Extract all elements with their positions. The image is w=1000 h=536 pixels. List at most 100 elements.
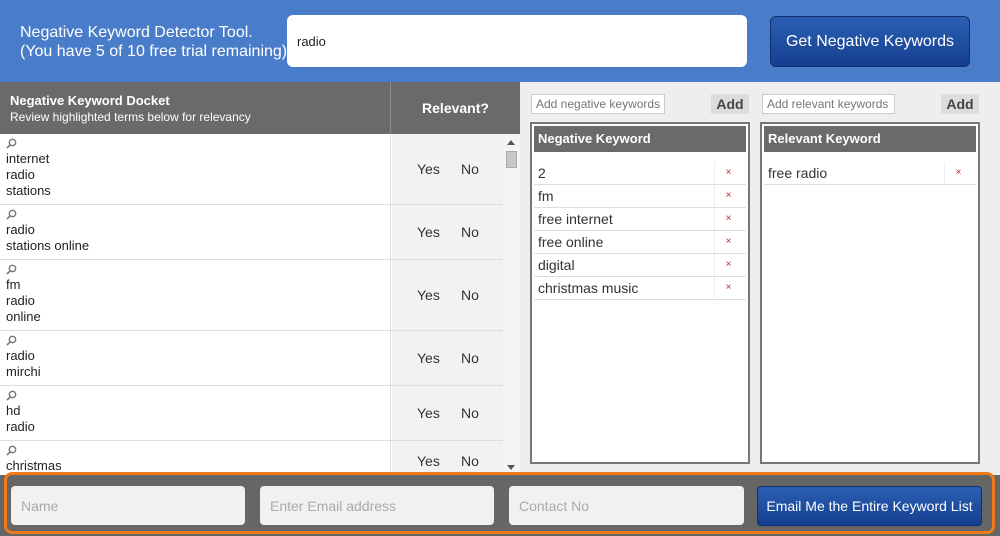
keyword-term-line: radio	[6, 293, 35, 308]
relevance-choice: Yes No	[392, 386, 503, 440]
negative-keyword-item: free online ×	[534, 231, 746, 254]
negative-keyword-text: 2	[538, 165, 546, 181]
yes-relevant-button[interactable]: Yes	[417, 224, 440, 240]
remove-keyword-icon[interactable]: ×	[714, 208, 742, 230]
keyword-term-line: radio	[6, 348, 35, 363]
docket-row: radio mirchi Yes No	[0, 331, 503, 386]
keyword-term-cell: hd radio	[0, 386, 391, 440]
email-form-bar: Email Me the Entire Keyword List	[0, 472, 1000, 536]
negative-keyword-item: 2 ×	[534, 162, 746, 185]
remove-keyword-icon[interactable]: ×	[714, 185, 742, 207]
scroll-up-arrow-icon[interactable]	[507, 140, 515, 145]
keyword-panels: Add Add Negative Keyword 2×fm×free inter…	[520, 82, 1000, 475]
negative-keyword-list: 2 × fm × free internet × free online × digital × c…	[534, 162, 746, 300]
keyword-term-cell: radio mirchi	[0, 331, 391, 385]
keyword-term-line: internet	[6, 151, 50, 166]
negative-keyword-text: digital	[538, 257, 575, 273]
magnifier-icon[interactable]	[6, 209, 17, 220]
docket-header: Negative Keyword Docket Review highlight…	[0, 82, 520, 134]
contact-number-field[interactable]	[509, 486, 744, 525]
keyword-term-line: radio	[6, 222, 35, 237]
yes-relevant-button[interactable]: Yes	[417, 453, 440, 469]
yes-relevant-button[interactable]: Yes	[417, 350, 440, 366]
remove-keyword-icon[interactable]: ×	[714, 231, 742, 253]
magnifier-icon[interactable]	[6, 390, 17, 401]
no-relevant-button[interactable]: No	[461, 350, 479, 366]
relevance-choice: Yes No	[392, 205, 503, 259]
get-negative-keywords-button[interactable]: Get Negative Keywords	[770, 16, 970, 67]
docket-row: radio stations online Yes No	[0, 205, 503, 260]
magnifier-icon[interactable]	[6, 264, 17, 275]
relevant-keyword-list: free radio ×	[764, 162, 976, 185]
keyword-term-line: mirchi	[6, 364, 41, 379]
email-keyword-list-button[interactable]: Email Me the Entire Keyword List	[757, 486, 982, 526]
add-negative-keyword-input[interactable]	[531, 94, 665, 114]
relevance-choice: Yes No	[392, 134, 503, 204]
negative-keyword-text: free internet	[538, 211, 613, 227]
magnifier-icon[interactable]	[6, 138, 17, 149]
relevant-keyword-box: Relevant Keyword free radio ×	[760, 122, 980, 464]
trial-remaining-text: (You have 5 of 10 free trial remaining)	[20, 43, 288, 60]
docket-row: internet radio stations Yes No	[0, 134, 503, 205]
keyword-term-line: radio	[6, 167, 35, 182]
docket-scrollbar[interactable]	[503, 134, 520, 475]
scroll-down-arrow-icon[interactable]	[507, 465, 515, 470]
name-field[interactable]	[11, 486, 245, 525]
negative-keyword-item: fm ×	[534, 185, 746, 208]
keyword-term-line: stations	[6, 183, 51, 198]
no-relevant-button[interactable]: No	[461, 224, 479, 240]
negative-keyword-item: digital ×	[534, 254, 746, 277]
no-relevant-button[interactable]: No	[461, 287, 479, 303]
relevance-choice: Yes No	[392, 441, 503, 475]
negative-keyword-text: free online	[538, 234, 604, 250]
add-relevant-keyword-input[interactable]	[762, 94, 895, 114]
docket-keyword-list[interactable]: internet radio stations Yes No radio stations …	[0, 134, 503, 475]
relevant-column-header: Relevant?	[390, 82, 520, 134]
keyword-term-cell: radio stations online	[0, 205, 391, 259]
remove-keyword-icon[interactable]: ×	[714, 162, 742, 184]
keyword-term-line: hd	[6, 403, 21, 418]
negative-keyword-text: fm	[538, 188, 554, 204]
relevant-keyword-text: free radio	[768, 165, 828, 181]
tool-title: Negative Keyword Detector Tool. (You hav…	[20, 23, 287, 61]
remove-keyword-icon[interactable]: ×	[714, 277, 742, 299]
magnifier-icon[interactable]	[6, 335, 17, 346]
negative-keyword-item: christmas music ×	[534, 277, 746, 300]
keyword-term-line: radio	[6, 419, 35, 434]
keyword-term-cell: internet radio stations	[0, 134, 391, 204]
keyword-term-cell: christmas	[0, 441, 391, 475]
relevance-choice: Yes No	[392, 331, 503, 385]
docket-row: christmas Yes No	[0, 441, 503, 475]
relevant-keyword-item: free radio ×	[764, 162, 976, 185]
keyword-term-line: online	[6, 309, 41, 324]
yes-relevant-button[interactable]: Yes	[417, 161, 440, 177]
negative-keyword-box: Negative Keyword 2 × fm × free internet × free…	[530, 122, 750, 464]
remove-keyword-icon[interactable]: ×	[944, 162, 972, 184]
docket-row: fm radio online Yes No	[0, 260, 503, 331]
yes-relevant-button[interactable]: Yes	[417, 405, 440, 421]
relevant-keyword-header: Relevant Keyword	[764, 126, 976, 152]
email-field[interactable]	[260, 486, 494, 525]
negative-keyword-item: free internet ×	[534, 208, 746, 231]
add-negative-keyword-button[interactable]: Add	[711, 94, 749, 114]
no-relevant-button[interactable]: No	[461, 161, 479, 177]
magnifier-icon[interactable]	[6, 445, 17, 456]
header-bar: Negative Keyword Detector Tool. (You hav…	[0, 0, 1000, 82]
keyword-term-line: stations online	[6, 238, 90, 253]
scroll-thumb[interactable]	[506, 151, 517, 168]
negative-keyword-docket: Negative Keyword Docket Review highlight…	[0, 82, 520, 475]
yes-relevant-button[interactable]: Yes	[417, 287, 440, 303]
docket-row: hd radio Yes No	[0, 386, 503, 441]
no-relevant-button[interactable]: No	[461, 453, 479, 469]
no-relevant-button[interactable]: No	[461, 405, 479, 421]
keyword-term-cell: fm radio online	[0, 260, 391, 330]
keyword-search-input[interactable]	[287, 15, 747, 67]
docket-subtitle: Review highlighted terms below for relev…	[10, 110, 251, 124]
add-relevant-keyword-button[interactable]: Add	[941, 94, 979, 114]
negative-keyword-header: Negative Keyword	[534, 126, 746, 152]
tool-title-line1: Negative Keyword Detector Tool.	[20, 24, 253, 41]
relevance-choice: Yes No	[392, 260, 503, 330]
negative-keyword-text: christmas music	[538, 280, 639, 296]
docket-title: Negative Keyword Docket	[10, 93, 170, 108]
remove-keyword-icon[interactable]: ×	[714, 254, 742, 276]
